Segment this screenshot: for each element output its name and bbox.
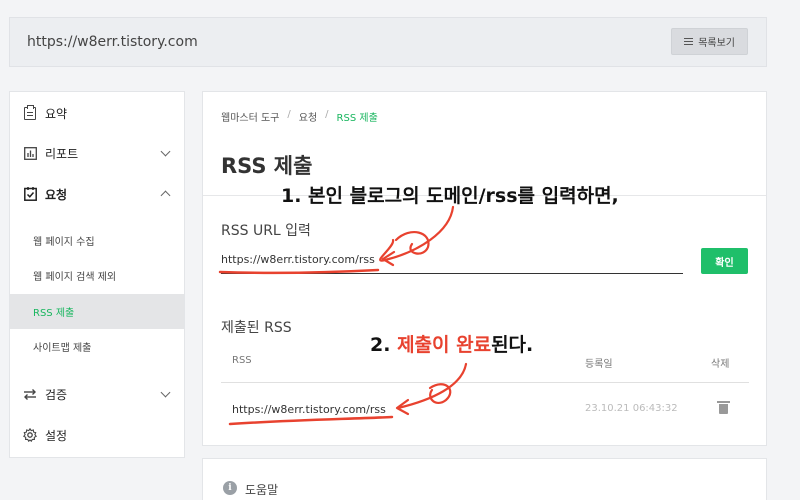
rss-url-label: RSS URL 입력 xyxy=(221,223,311,239)
table-row: https://w8err.tistory.com/rss 23.10.21 0… xyxy=(221,384,749,434)
swap-icon xyxy=(23,387,37,401)
sidebar-item-label: 검증 xyxy=(45,387,68,402)
list-icon xyxy=(684,38,694,45)
info-icon: i xyxy=(223,481,237,495)
annotation-step1: 1. 본인 블로그의 도메인/rss를 입력하면, xyxy=(281,185,619,207)
sidebar-item-label: 리포트 xyxy=(45,146,79,161)
check-box-icon xyxy=(23,187,37,201)
list-view-label: 목록보기 xyxy=(698,38,735,49)
breadcrumb-item[interactable]: 요청 xyxy=(299,109,317,124)
breadcrumb: 웹마스터 도구 / 요청 / RSS 제출 xyxy=(221,109,378,124)
sidebar-item-label: 설정 xyxy=(45,428,68,443)
registered-date-cell: 23.10.21 06:43:32 xyxy=(585,403,678,414)
sidebar-item-report[interactable]: 리포트 xyxy=(10,135,184,171)
submitted-rss-label: 제출된 RSS xyxy=(221,320,292,336)
sidebar-subitem-label: RSS 제출 xyxy=(33,308,75,319)
chevron-down-icon xyxy=(160,387,171,397)
site-url: https://w8err.tistory.com xyxy=(27,34,198,50)
annotation-step2: 2. 제출이 완료된다. xyxy=(370,330,533,357)
sidebar-item-summary[interactable]: 요약 xyxy=(10,95,184,131)
confirm-button[interactable]: 확인 xyxy=(701,248,748,274)
annotation-step2-suffix: 된다. xyxy=(491,334,534,356)
column-header-delete: 삭제 xyxy=(711,359,730,370)
help-panel: i 도움말 xyxy=(202,458,767,500)
page-title: RSS 제출 xyxy=(221,154,313,178)
breadcrumb-item[interactable]: 웹마스터 도구 xyxy=(221,109,279,124)
help-label[interactable]: 도움말 xyxy=(245,481,278,498)
clipboard-icon xyxy=(23,104,37,120)
sidebar-item-verify[interactable]: 검증 xyxy=(10,376,184,412)
sidebar-item-label: 요약 xyxy=(45,106,68,121)
sidebar-subitem-rss-submit[interactable]: RSS 제출 xyxy=(10,294,184,329)
chevron-down-icon xyxy=(160,146,171,156)
breadcrumb-separator: / xyxy=(325,109,329,120)
sidebar-subitem-label: 웹 페이지 검색 제외 xyxy=(33,272,117,283)
breadcrumb-separator: / xyxy=(287,109,291,120)
sidebar-subitem-sitemap-submit[interactable]: 사이트맵 제출 xyxy=(10,329,184,364)
sidebar-subitem-label: 사이트맵 제출 xyxy=(33,343,92,354)
column-header-date: 등록일 xyxy=(585,359,613,370)
site-bar: https://w8err.tistory.com 목록보기 xyxy=(9,17,767,67)
trash-icon[interactable] xyxy=(717,401,730,414)
sidebar-item-request[interactable]: 요청 xyxy=(10,176,184,212)
sidebar: 요약 리포트 요청 웹 페이지 수집 웹 페이지 검색 제외 RSS 제출 사이… xyxy=(9,91,185,458)
chevron-up-icon xyxy=(160,190,171,201)
sidebar-subitem-label: 웹 페이지 수집 xyxy=(33,237,95,248)
breadcrumb-current: RSS 제출 xyxy=(336,113,378,124)
rss-url-input[interactable] xyxy=(221,248,683,274)
main-panel: 웹마스터 도구 / 요청 / RSS 제출 RSS 제출 RSS URL 입력 … xyxy=(202,91,767,446)
sidebar-item-settings[interactable]: 설정 xyxy=(10,417,184,453)
sidebar-subitem-page-collect[interactable]: 웹 페이지 수집 xyxy=(10,223,184,258)
sidebar-subitem-search-exclude[interactable]: 웹 페이지 검색 제외 xyxy=(10,258,184,293)
column-header-rss: RSS xyxy=(232,355,252,366)
rss-url-cell: https://w8err.tistory.com/rss xyxy=(232,403,386,416)
gear-icon xyxy=(23,428,37,442)
list-view-button[interactable]: 목록보기 xyxy=(671,28,748,55)
annotation-step2-highlight: 제출이 완료 xyxy=(397,334,492,356)
chart-icon xyxy=(23,146,37,160)
sidebar-item-label: 요청 xyxy=(45,187,68,202)
annotation-step2-prefix: 2. xyxy=(370,334,398,356)
